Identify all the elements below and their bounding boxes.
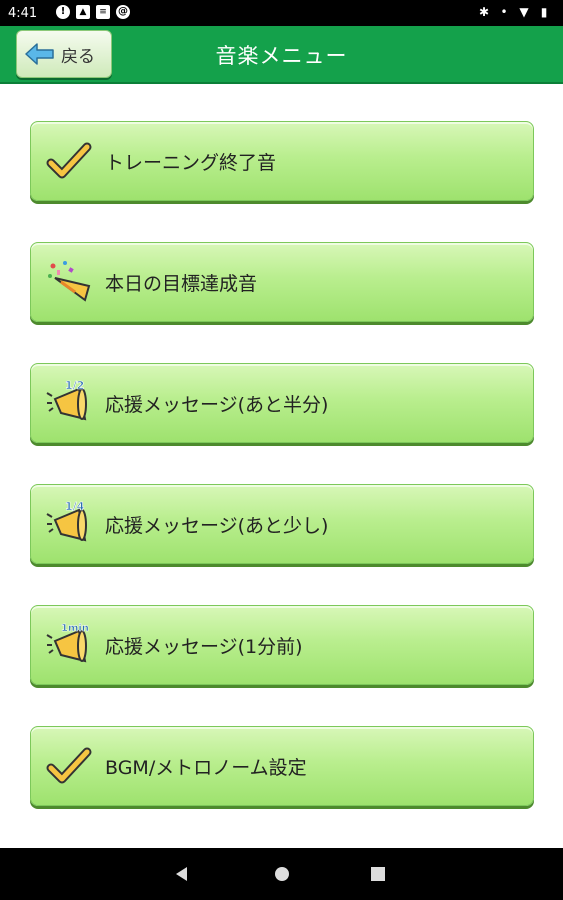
status-time: 4:41 xyxy=(8,6,38,21)
menu-item-label: トレーニング終了音 xyxy=(105,152,277,174)
badge-text: 1min xyxy=(61,623,89,634)
image-icon: ▲ xyxy=(76,5,90,19)
checkmark-icon xyxy=(46,142,92,179)
menu-item-daily-goal-sound[interactable]: 本日の目標達成音 xyxy=(30,242,534,322)
home-circle-icon[interactable] xyxy=(272,864,292,884)
party-popper-icon xyxy=(48,261,91,302)
file-icon: ≡ xyxy=(96,5,110,19)
battery-icon: ▮ xyxy=(540,5,548,19)
recents-square-icon[interactable] xyxy=(368,864,388,884)
status-left-icons: ! ▲ ≡ @ xyxy=(56,5,130,19)
menu-item-label: 応援メッセージ(1分前) xyxy=(105,636,303,658)
checkmark-icon xyxy=(46,747,92,784)
app-header: 戻る 音楽メニュー xyxy=(0,26,563,84)
menu-item-cheer-almost[interactable]: 1/4 応援メッセージ(あと少し) xyxy=(30,484,534,564)
badge-text: 1/4 xyxy=(65,500,85,513)
megaphone-icon: 1/4 xyxy=(46,500,87,542)
status-bar: 4:41 ! ▲ ≡ @ ✱ • ▼ ▮ xyxy=(0,0,563,26)
page-title: 音楽メニュー xyxy=(215,44,348,68)
wifi-icon: ▼ xyxy=(519,5,529,19)
back-triangle-icon[interactable] xyxy=(172,864,192,884)
status-right-icons: ✱ • ▼ ▮ xyxy=(477,5,551,19)
menu-item-cheer-half[interactable]: 1/2 応援メッセージ(あと半分) xyxy=(30,363,534,443)
dot-icon: • xyxy=(500,5,508,19)
menu-item-bgm-metronome-settings[interactable]: BGM/メトロノーム設定 xyxy=(30,726,534,806)
notification-circle-icon: ! xyxy=(56,5,70,19)
menu-item-label: 応援メッセージ(あと半分) xyxy=(105,394,329,416)
menu-item-label: 本日の目標達成音 xyxy=(105,273,258,295)
megaphone-icon: 1/2 xyxy=(46,379,87,421)
menu-item-training-end-sound[interactable]: トレーニング終了音 xyxy=(30,121,534,201)
menu-item-label: BGM/メトロノーム設定 xyxy=(105,757,307,779)
badge-text: 1/2 xyxy=(65,379,84,392)
megaphone-icon: 1min xyxy=(46,623,89,663)
menu-item-label: 応援メッセージ(あと少し) xyxy=(105,515,329,537)
menu-item-cheer-one-minute[interactable]: 1min 応援メッセージ(1分前) xyxy=(30,605,534,685)
bluetooth-icon: ✱ xyxy=(478,5,490,19)
system-navigation-bar xyxy=(0,848,563,900)
at-sign-icon: @ xyxy=(116,5,130,19)
